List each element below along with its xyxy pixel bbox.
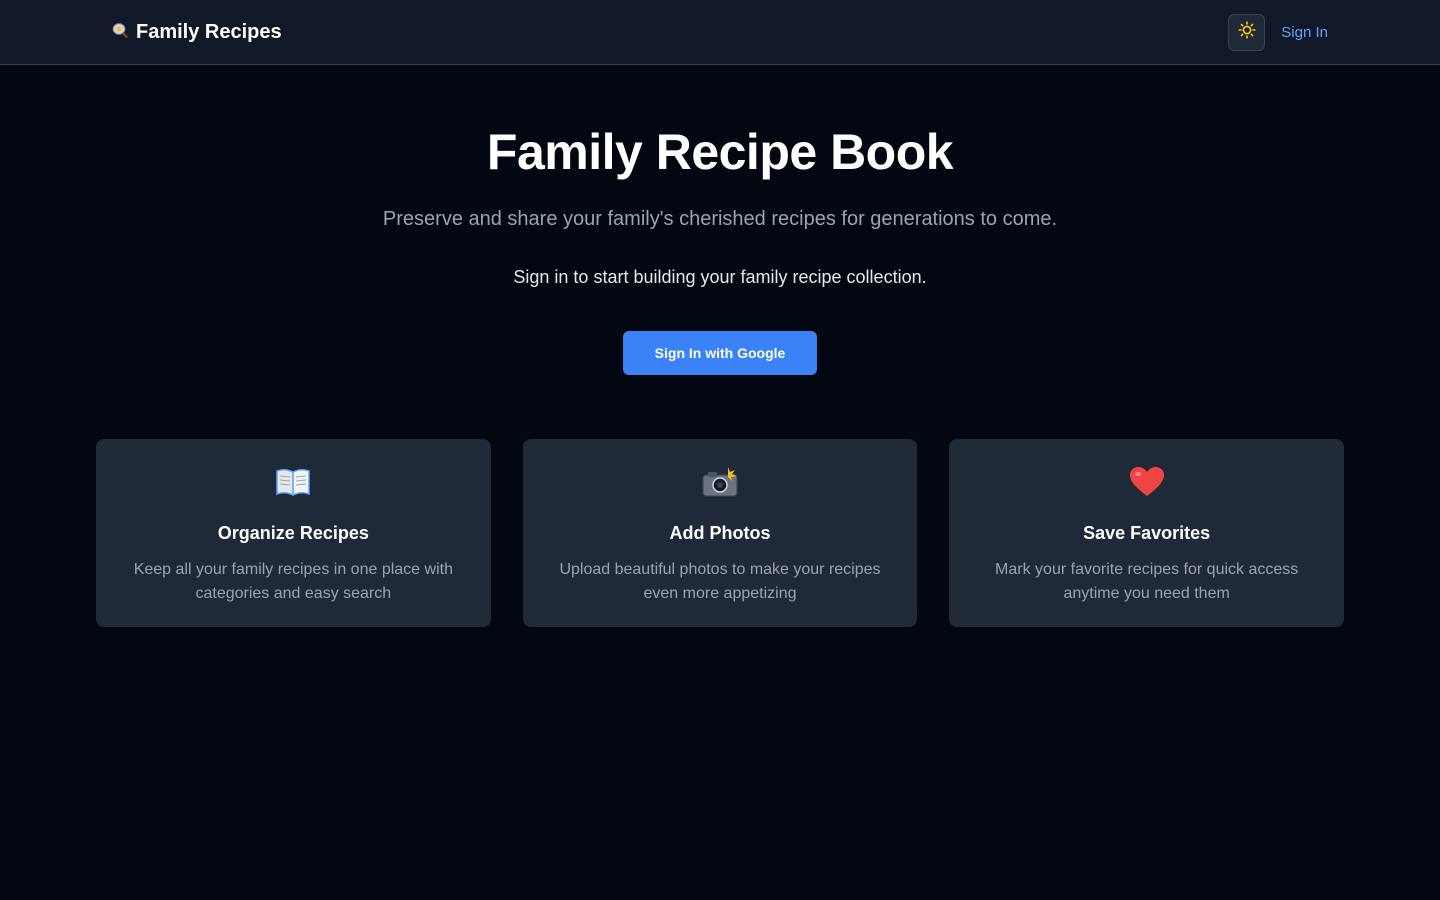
camera-flash-icon <box>547 465 894 499</box>
signin-link[interactable]: Sign In <box>1281 24 1328 41</box>
main-content: Family Recipe Book Preserve and share yo… <box>0 65 1440 627</box>
navbar-actions: Sign In <box>1228 13 1328 51</box>
hero-subtitle: Preserve and share your family's cherish… <box>382 208 1058 230</box>
theme-toggle-button[interactable] <box>1228 13 1266 51</box>
feature-card-organize: Organize Recipes Keep all your family re… <box>96 439 491 627</box>
brand-link[interactable]: Family Recipes <box>112 21 282 44</box>
feature-description: Upload beautiful photos to make your rec… <box>559 561 881 602</box>
feature-title: Organize Recipes <box>217 523 369 543</box>
feature-title: Add Photos <box>669 523 771 543</box>
navbar-inner: Family Recipes Sign In <box>112 13 1328 51</box>
feature-card-favorites: Save Favorites Mark your favorite recipe… <box>949 439 1344 627</box>
navbar: Family Recipes Sign In <box>0 0 1440 65</box>
frying-pan-icon <box>112 22 130 43</box>
signin-prompt: Sign in to start building your family re… <box>513 267 927 287</box>
brand-label: Family Recipes <box>136 20 282 43</box>
feature-card-photos: Add Photos Upload beautiful photos to ma… <box>522 439 918 627</box>
hero-section: Family Recipe Book Preserve and share yo… <box>0 65 1440 375</box>
feature-title: Save Favorites <box>1083 523 1211 543</box>
heart-icon <box>973 465 1320 499</box>
page-title: Family Recipe Book <box>486 124 954 180</box>
google-signin-button[interactable]: Sign In with Google <box>623 331 817 375</box>
open-book-icon <box>120 465 467 499</box>
sun-icon <box>1238 20 1256 44</box>
feature-description: Keep all your family recipes in one plac… <box>133 561 453 602</box>
features-grid: Organize Recipes Keep all your family re… <box>96 439 1344 627</box>
feature-description: Mark your favorite recipes for quick acc… <box>995 561 1299 602</box>
